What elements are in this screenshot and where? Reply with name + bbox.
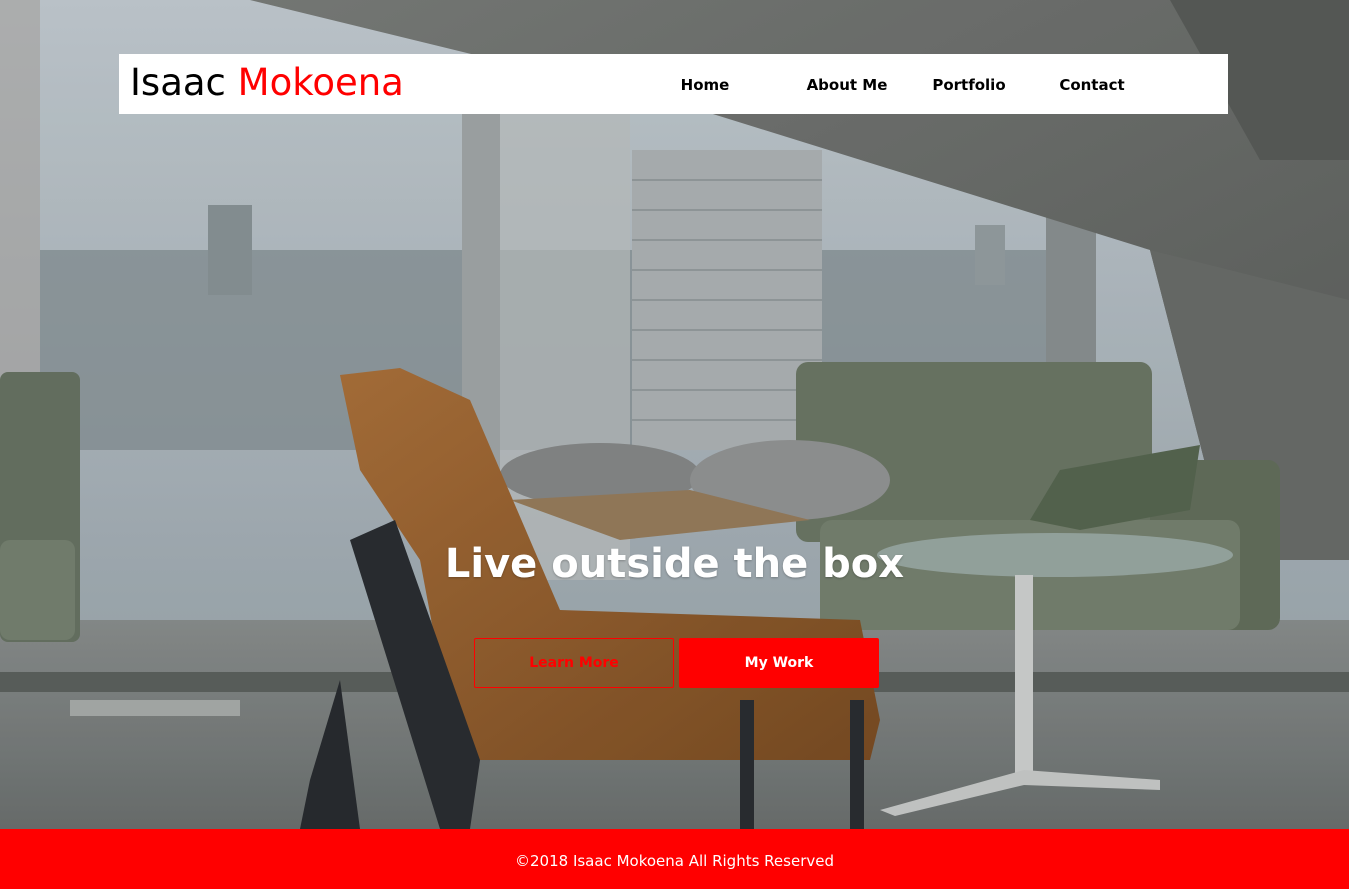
brand-first-name: Isaac <box>130 61 226 104</box>
navbar: Isaac Mokoena Home About Me Portfolio Co… <box>119 54 1228 114</box>
brand-last-name: Mokoena <box>237 61 404 104</box>
learn-more-button[interactable]: Learn More <box>474 638 674 688</box>
hero-background-image <box>0 0 1349 829</box>
nav-item-contact[interactable]: Contact <box>1053 54 1131 114</box>
my-work-button[interactable]: My Work <box>679 638 879 688</box>
nav-item-home[interactable]: Home <box>666 54 744 114</box>
hero-section: Isaac Mokoena Home About Me Portfolio Co… <box>0 0 1349 829</box>
hero-headline: Live outside the box <box>444 541 905 587</box>
footer-copyright: ©2018 Isaac Mokoena All Rights Reserved <box>515 852 834 870</box>
brand-logo[interactable]: Isaac Mokoena <box>130 58 404 108</box>
nav-item-portfolio[interactable]: Portfolio <box>927 54 1011 114</box>
footer: ©2018 Isaac Mokoena All Rights Reserved <box>0 829 1349 889</box>
nav-item-about-me[interactable]: About Me <box>796 54 898 114</box>
